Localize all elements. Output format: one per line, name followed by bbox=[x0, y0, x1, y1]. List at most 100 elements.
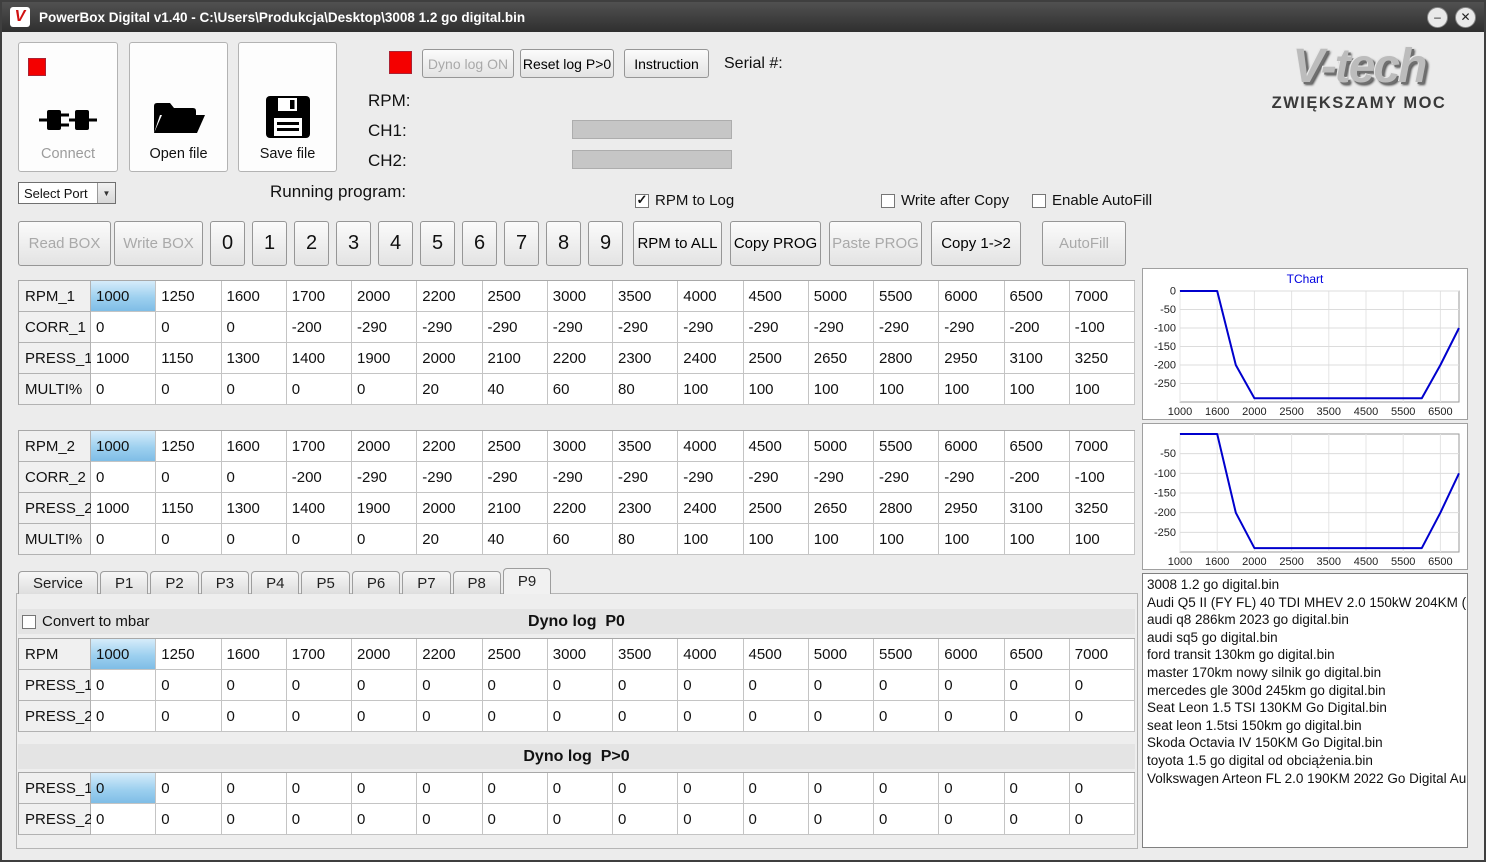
file-list-item[interactable]: ford transit 130km go digital.bin bbox=[1143, 646, 1467, 664]
grid-cell[interactable]: -100 bbox=[1069, 312, 1135, 343]
grid-cell[interactable]: 0 bbox=[286, 670, 352, 701]
grid-cell[interactable]: 2000 bbox=[417, 343, 483, 374]
grid-cell[interactable]: 0 bbox=[417, 773, 483, 804]
grid-cell[interactable]: 1400 bbox=[286, 493, 352, 524]
grid-cell[interactable]: -290 bbox=[417, 312, 483, 343]
grid-cell[interactable]: 0 bbox=[352, 701, 418, 732]
grid-cell[interactable]: 100 bbox=[678, 524, 744, 555]
grid-cell[interactable]: 80 bbox=[613, 374, 679, 405]
grid-cell[interactable]: 80 bbox=[613, 524, 679, 555]
file-list-item[interactable]: Audi Q5 II (FY FL) 40 TDI MHEV 2.0 150kW… bbox=[1143, 594, 1467, 612]
grid-cell[interactable]: 2950 bbox=[939, 343, 1005, 374]
tab-p9[interactable]: P9 bbox=[502, 568, 552, 594]
rpm-to-all-button[interactable]: RPM to ALL bbox=[633, 221, 722, 266]
grid-cell[interactable]: 4500 bbox=[743, 281, 809, 312]
file-list-item[interactable]: master 170km nowy silnik go digital.bin bbox=[1143, 664, 1467, 682]
grid-cell[interactable]: -290 bbox=[547, 312, 613, 343]
grid-cell[interactable]: 6000 bbox=[939, 431, 1005, 462]
grid-cell[interactable]: 3000 bbox=[547, 639, 613, 670]
grid-cell[interactable]: 2650 bbox=[808, 493, 874, 524]
grid-cell[interactable]: 0 bbox=[482, 773, 548, 804]
grid-cell[interactable]: 0 bbox=[91, 670, 157, 701]
grid-cell[interactable]: -100 bbox=[1069, 462, 1135, 493]
grid-cell[interactable]: 2500 bbox=[482, 431, 548, 462]
file-list-item[interactable]: toyota 1.5 go digital od obciążenia.bin bbox=[1143, 752, 1467, 770]
grid-cell[interactable]: 2100 bbox=[482, 343, 548, 374]
read-box-button[interactable]: Read BOX bbox=[18, 221, 111, 266]
file-list-item[interactable]: mercedes gle 300d 245km go digital.bin bbox=[1143, 682, 1467, 700]
grid-cell[interactable]: 0 bbox=[286, 524, 352, 555]
grid-cell[interactable]: -290 bbox=[482, 312, 548, 343]
grid-cell[interactable]: 4500 bbox=[743, 431, 809, 462]
grid-cell[interactable]: 0 bbox=[286, 701, 352, 732]
grid-cell[interactable]: 2000 bbox=[417, 493, 483, 524]
grid-cell[interactable]: 2500 bbox=[482, 281, 548, 312]
file-list-item[interactable]: 3008 1.2 go digital.bin bbox=[1143, 576, 1467, 594]
paste-prog-button[interactable]: Paste PROG bbox=[829, 221, 922, 266]
grid-cell[interactable]: 2800 bbox=[874, 343, 940, 374]
minimize-button[interactable]: – bbox=[1427, 6, 1448, 28]
grid-cell[interactable]: 0 bbox=[352, 773, 418, 804]
grid-cell[interactable]: -290 bbox=[939, 312, 1005, 343]
grid-cell[interactable]: 1000 bbox=[91, 639, 157, 670]
grid-cell[interactable]: 5500 bbox=[874, 639, 940, 670]
grid-cell[interactable]: -290 bbox=[613, 312, 679, 343]
grid-cell[interactable]: 7000 bbox=[1069, 281, 1135, 312]
grid-cell[interactable]: -290 bbox=[939, 462, 1005, 493]
grid-cell[interactable]: 0 bbox=[221, 462, 287, 493]
grid-cell[interactable]: 3100 bbox=[1004, 493, 1070, 524]
grid-cell[interactable]: 1000 bbox=[91, 493, 157, 524]
grid-cell[interactable]: 0 bbox=[417, 701, 483, 732]
grid-cell[interactable]: 1250 bbox=[156, 431, 222, 462]
grid-cell[interactable]: 1000 bbox=[91, 281, 157, 312]
grid-cell[interactable]: 1600 bbox=[221, 639, 287, 670]
grid-cell[interactable]: 1150 bbox=[156, 343, 222, 374]
digit-button-6[interactable]: 6 bbox=[462, 221, 497, 266]
grid-cell[interactable]: 0 bbox=[939, 670, 1005, 701]
grid-cell[interactable]: 0 bbox=[808, 670, 874, 701]
grid-cell[interactable]: 0 bbox=[547, 701, 613, 732]
grid-cell[interactable]: 6500 bbox=[1004, 639, 1070, 670]
grid-cell[interactable]: 0 bbox=[808, 773, 874, 804]
grid-cell[interactable]: 0 bbox=[743, 773, 809, 804]
grid-cell[interactable]: 0 bbox=[91, 773, 157, 804]
grid-cell[interactable]: 2500 bbox=[743, 493, 809, 524]
grid-cell[interactable]: 6500 bbox=[1004, 281, 1070, 312]
grid-cell[interactable]: 0 bbox=[1004, 773, 1070, 804]
grid-cell[interactable]: 0 bbox=[678, 701, 744, 732]
grid-cell[interactable]: 2000 bbox=[352, 431, 418, 462]
grid-cell[interactable]: 0 bbox=[613, 670, 679, 701]
grid-cell[interactable]: 0 bbox=[156, 312, 222, 343]
dyno-log-on-button[interactable]: Dyno log ON bbox=[422, 49, 514, 78]
digit-button-4[interactable]: 4 bbox=[378, 221, 413, 266]
grid-cell[interactable]: 6000 bbox=[939, 281, 1005, 312]
grid-cell[interactable]: 0 bbox=[1004, 670, 1070, 701]
grid-cell[interactable]: 1250 bbox=[156, 281, 222, 312]
close-button[interactable]: ✕ bbox=[1455, 6, 1476, 28]
grid-cell[interactable]: 100 bbox=[1069, 374, 1135, 405]
digit-button-0[interactable]: 0 bbox=[210, 221, 245, 266]
grid-cell[interactable]: 0 bbox=[547, 804, 613, 835]
grid-cell[interactable]: 100 bbox=[874, 374, 940, 405]
convert-to-mbar-checkbox[interactable]: ✓ Convert to mbar bbox=[22, 613, 150, 630]
grid-cell[interactable]: 0 bbox=[221, 701, 287, 732]
grid-cell[interactable]: 0 bbox=[91, 804, 157, 835]
grid-cell[interactable]: 1250 bbox=[156, 639, 222, 670]
grid-cell[interactable]: -290 bbox=[613, 462, 679, 493]
grid-cell[interactable]: 0 bbox=[417, 670, 483, 701]
grid-cell[interactable]: 0 bbox=[221, 804, 287, 835]
grid-cell[interactable]: -290 bbox=[547, 462, 613, 493]
digit-button-8[interactable]: 8 bbox=[546, 221, 581, 266]
reset-log-button[interactable]: Reset log P>0 bbox=[520, 49, 614, 78]
grid-cell[interactable]: 0 bbox=[156, 773, 222, 804]
grid-cell[interactable]: 0 bbox=[156, 374, 222, 405]
grid-cell[interactable]: 2800 bbox=[874, 493, 940, 524]
open-file-button[interactable]: Open file bbox=[129, 42, 228, 172]
grid-cell[interactable]: 0 bbox=[352, 804, 418, 835]
grid-cell[interactable]: 0 bbox=[352, 670, 418, 701]
grid-cell[interactable]: 0 bbox=[939, 701, 1005, 732]
file-list-item[interactable]: Skoda Octavia IV 150KM Go Digital.bin bbox=[1143, 734, 1467, 752]
grid-cell[interactable]: 60 bbox=[547, 374, 613, 405]
copy-prog-button[interactable]: Copy PROG bbox=[730, 221, 821, 266]
grid-cell[interactable]: 3250 bbox=[1069, 343, 1135, 374]
